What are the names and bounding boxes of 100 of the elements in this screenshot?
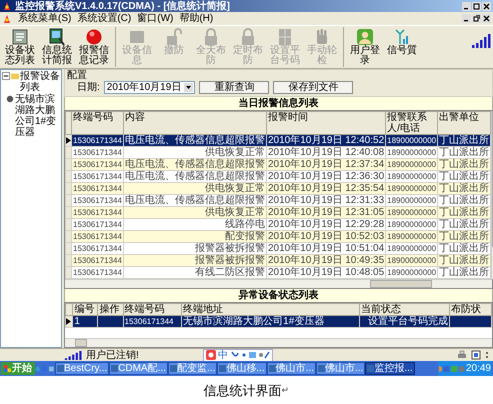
- table-cell: 18900000000: [386, 158, 438, 170]
- status-text: 用户已注销!: [86, 350, 139, 360]
- table-cell: 18900000000: [386, 206, 438, 218]
- table-cell: 18900000000: [386, 194, 438, 206]
- table-cell: 18900000000: [386, 134, 438, 146]
- minimize-button[interactable]: [462, 2, 471, 10]
- figure-caption: 信息统计界面: [204, 384, 282, 396]
- window-icon: [219, 365, 226, 372]
- column-header[interactable]: 终端号码: [123, 304, 182, 316]
- tree-item[interactable]: 无锡市滨湖路大鹏公司1#变压器: [15, 94, 60, 138]
- table-cell: 15306171344: [72, 206, 124, 218]
- table-cell: 电压电流、传感器信息超限报警: [123, 194, 266, 206]
- paragraph-mark: ↵: [282, 384, 290, 396]
- column-header[interactable]: 内容: [123, 112, 266, 134]
- table-cell: 15306171344: [72, 146, 124, 158]
- table-cell: 2010年10月19日 12:31:33: [266, 194, 386, 206]
- column-header[interactable]: 报警联系人/电话: [386, 112, 438, 134]
- collapse-toggle-icon[interactable]: [2, 72, 10, 80]
- ime-tools-drawing: [230, 350, 270, 360]
- ime-toolbar[interactable]: 中: [202, 348, 273, 362]
- document-icon: [11, 28, 29, 46]
- column-header[interactable]: 布防状: [450, 304, 492, 316]
- table-cell: 供电恢复正常: [123, 146, 266, 158]
- action-button[interactable]: 重新查询: [199, 81, 270, 94]
- column-header[interactable]: 编号: [72, 304, 98, 316]
- maximize-button[interactable]: [472, 2, 481, 10]
- minimize-button[interactable]: [462, 14, 471, 23]
- horizontal-scrollbar[interactable]: [65, 279, 492, 288]
- monitor-icon: [48, 28, 66, 46]
- table-cell: 18900000000: [386, 230, 438, 242]
- column-header[interactable]: 出警单位: [438, 112, 491, 134]
- table-cell: 15306171344: [72, 230, 124, 242]
- table-cell: 报警器被拆报警: [123, 254, 266, 266]
- column-header[interactable]: 操作: [98, 304, 124, 316]
- signal-icon: [64, 350, 82, 360]
- toolbar-button[interactable]: 报警信息记录: [76, 27, 112, 67]
- table-cell: 18900000000: [386, 170, 438, 182]
- panel-icon: [276, 28, 294, 46]
- toolbar-button[interactable]: 设备状态列表: [2, 27, 38, 67]
- device-dot-icon: [6, 95, 14, 103]
- calendar-icon: [471, 350, 481, 360]
- horizontal-scrollbar[interactable]: [65, 338, 492, 347]
- lock-icon: [202, 28, 220, 46]
- table-cell: 丁山派出所: [438, 266, 491, 278]
- window-icon: [111, 365, 118, 372]
- table-cell: 丁山派出所: [438, 206, 491, 218]
- menu-item[interactable]: 系统菜单(S): [18, 13, 72, 24]
- lock-icon: [239, 28, 257, 46]
- tree-item[interactable]: 报警设备列表: [20, 71, 60, 93]
- table-cell: 丁山派出所: [438, 194, 491, 206]
- toolbar-button[interactable]: 信息统计简报: [39, 27, 75, 67]
- app-icon: [2, 14, 12, 24]
- table-cell: 丁山派出所: [438, 134, 491, 146]
- quick-launch-drawing[interactable]: [35, 364, 55, 372]
- table-cell: 2010年10月19日 12:35:54: [266, 182, 386, 194]
- table-cell: 2010年10月19日 10:52:03: [266, 230, 386, 242]
- table-cell: 15306171344: [72, 182, 124, 194]
- table-cell: 15306171344: [72, 266, 124, 278]
- table-cell: 丁山派出所: [438, 242, 491, 254]
- unlock-icon: [165, 28, 183, 46]
- table-cell: 18900000000: [386, 254, 438, 266]
- column-header[interactable]: 当前状态: [360, 304, 450, 316]
- start-button[interactable]: 开始: [1, 362, 35, 375]
- ime-mode[interactable]: 中: [218, 350, 228, 360]
- table-cell: 2010年10月19日 10:48:05: [266, 266, 386, 278]
- column-header[interactable]: 终端号码: [72, 112, 124, 134]
- window-icon: [57, 365, 64, 372]
- table-cell: 无锡市滨湖路大鹏公司1#变压器: [182, 316, 360, 328]
- table-cell: 2010年10月19日 12:29:28: [266, 218, 386, 230]
- column-header[interactable]: 终端地址: [182, 304, 360, 316]
- window-icon: [318, 365, 325, 372]
- menu-item[interactable]: 帮助(H): [179, 13, 214, 24]
- signal-icon: [471, 33, 491, 49]
- action-button[interactable]: 保存到文件: [273, 81, 354, 94]
- table-cell: 18900000000: [386, 218, 438, 230]
- menu-item[interactable]: 系统设置(C): [77, 13, 132, 24]
- column-header[interactable]: 报警时间: [266, 112, 386, 134]
- clock: 20:49: [466, 363, 491, 374]
- table-cell: 电压电流、传感器信息超限报警: [123, 170, 266, 182]
- table-cell: 15306171344: [72, 134, 124, 146]
- toolbar-button[interactable]: 用户登录: [347, 27, 383, 67]
- taskbar-button[interactable]: 监控报...: [365, 362, 415, 375]
- table-cell: 供电恢复正常: [123, 206, 266, 218]
- restore-button[interactable]: [472, 14, 481, 23]
- close-button[interactable]: [482, 2, 491, 10]
- menu-item[interactable]: 窗口(W): [137, 13, 174, 24]
- flag-icon: [4, 365, 11, 372]
- table-cell: 15306171344: [72, 158, 124, 170]
- table-cell: 2010年10月19日 10:51:04: [266, 242, 386, 254]
- toolbar-button[interactable]: 信号質: [384, 27, 420, 57]
- table-cell: 电压电流、传感器信息超限报警: [123, 134, 266, 146]
- table-cell: 18900000000: [386, 266, 438, 278]
- table-cell: 15306171344: [72, 194, 124, 206]
- dropdown-arrow-icon: [184, 83, 194, 92]
- table-cell: 2010年10月19日 12:40:08: [266, 146, 386, 158]
- date-label: 日期:: [77, 82, 100, 93]
- table-cell: 丁山派出所: [438, 170, 491, 182]
- tray-icons-drawing: [438, 364, 465, 372]
- date-picker[interactable]: 2010年10月19日: [104, 81, 196, 94]
- close-button[interactable]: [482, 14, 491, 23]
